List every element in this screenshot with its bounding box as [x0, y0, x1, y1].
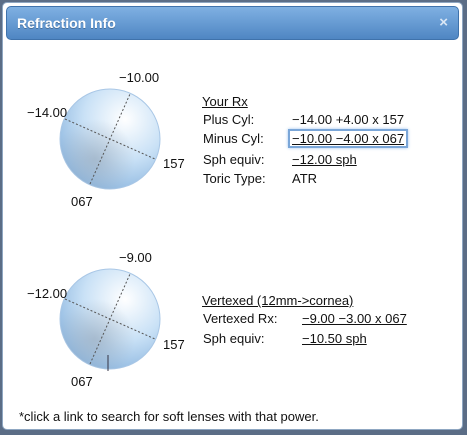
axis-globe-2 — [59, 268, 161, 371]
close-icon[interactable]: × — [439, 14, 448, 31]
diagram2-bottom-axis: 067 — [71, 374, 93, 389]
axis-globe-1 — [59, 88, 161, 190]
vertexed-sph-equiv-label: Sph equiv: — [203, 331, 265, 346]
dialog-content: −10.00 −14.00 157 067 Your Rx Plus Cyl: … — [3, 43, 462, 429]
title-bar[interactable]: Refraction Info × — [6, 6, 459, 40]
diagram1-left-power: −14.00 — [27, 105, 68, 120]
diagram1-bottom-axis: 067 — [71, 194, 93, 209]
vertexed-sph-equiv-link[interactable]: −10.50 sph — [302, 331, 367, 346]
toric-type-label: Toric Type: — [203, 171, 266, 186]
minus-cyl-label: Minus Cyl: — [203, 131, 264, 146]
vertexed-heading: Vertexed (12mm->cornea) — [202, 293, 354, 308]
sph-equiv-link[interactable]: −12.00 sph — [292, 152, 357, 167]
your-rx-heading: Your Rx — [202, 94, 248, 109]
vertexed-rx-link[interactable]: −9.00 −3.00 x 067 — [302, 311, 407, 326]
minus-cyl-link[interactable]: −10.00 −4.00 x 067 — [288, 129, 409, 148]
sph-equiv-label: Sph equiv: — [203, 152, 265, 167]
dialog-title: Refraction Info — [17, 15, 116, 31]
diagram1-top-power: −10.00 — [119, 70, 160, 85]
plus-cyl-value: −14.00 +4.00 x 157 — [292, 112, 405, 127]
vertexed-rx-label: Vertexed Rx: — [203, 311, 278, 326]
diagram1-right-axis: 157 — [163, 156, 185, 171]
footer-note: *click a link to search for soft lenses … — [19, 409, 319, 424]
refraction-dialog: Refraction Info × −10.00 −14.00 157 067 … — [2, 2, 463, 430]
diagram2-left-power: −12.00 — [27, 286, 68, 301]
toric-type-value: ATR — [292, 171, 318, 186]
diagram2-right-axis: 157 — [163, 337, 185, 352]
diagram2-top-power: −9.00 — [119, 250, 152, 265]
plus-cyl-label: Plus Cyl: — [203, 112, 255, 127]
